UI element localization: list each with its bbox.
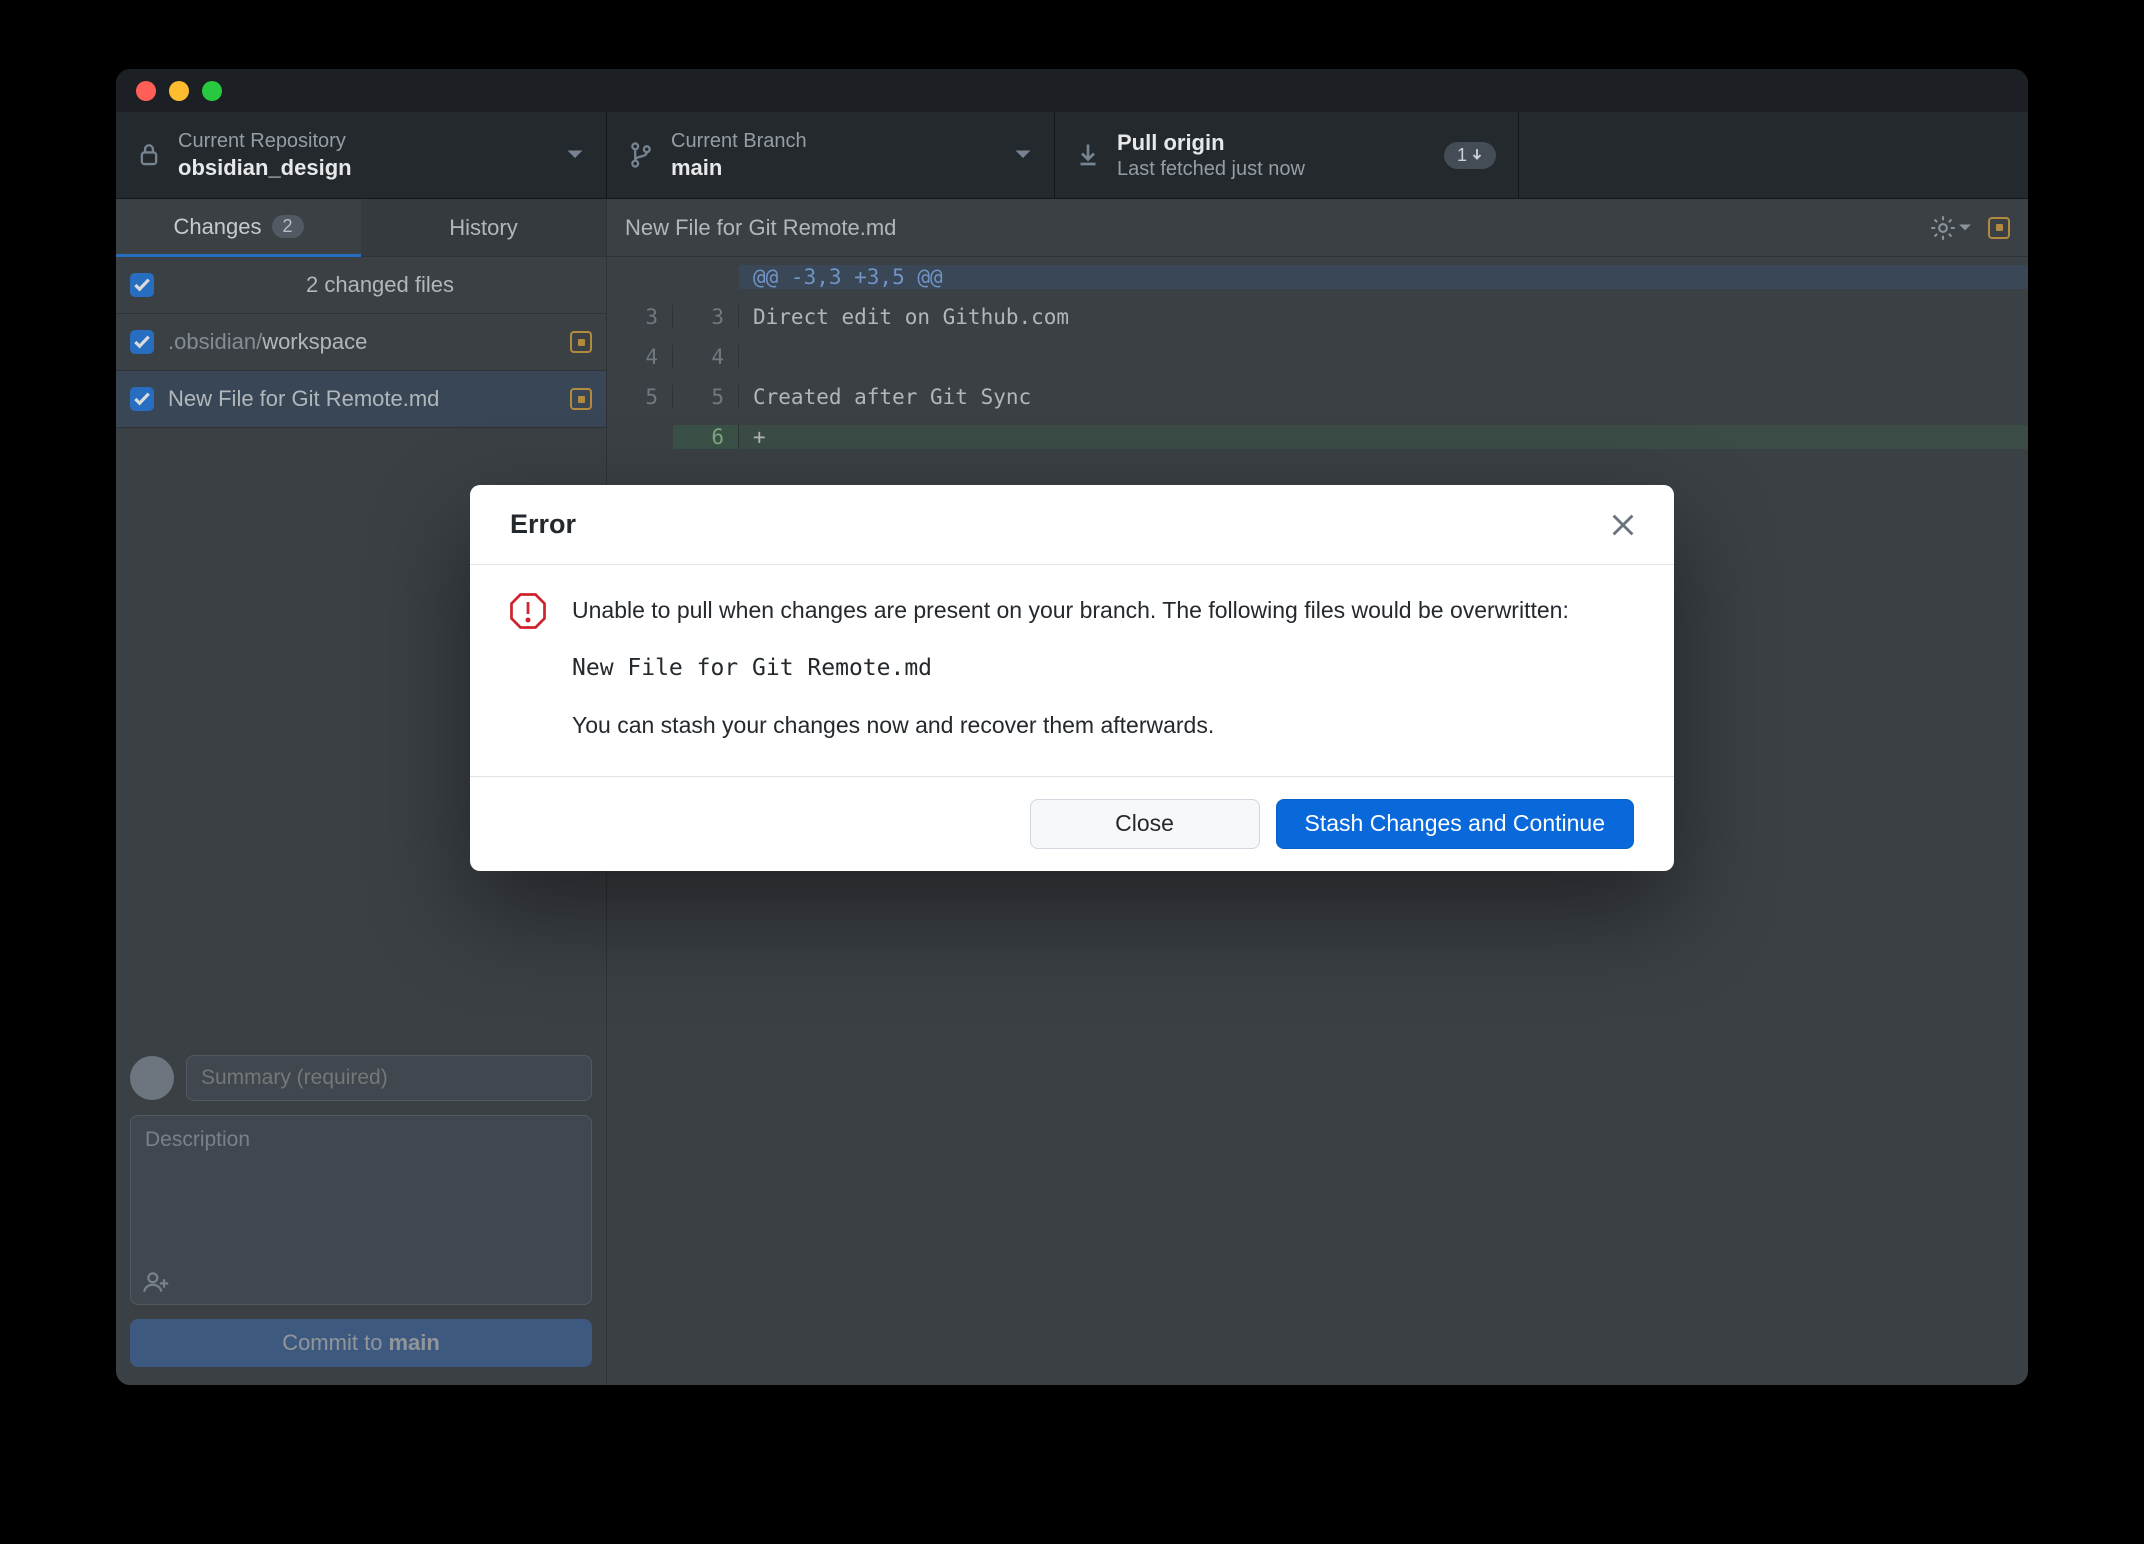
window-minimize-button[interactable] xyxy=(169,81,189,101)
branch-name: main xyxy=(671,155,996,181)
dialog-message-2: You can stash your changes now and recov… xyxy=(572,708,1569,744)
dialog-conflict-file: New File for Git Remote.md xyxy=(572,651,1569,687)
download-icon xyxy=(1077,143,1099,167)
pull-sub: Last fetched just now xyxy=(1117,158,1426,181)
chevron-down-icon xyxy=(1014,149,1032,161)
close-icon[interactable] xyxy=(1612,514,1634,536)
app-window: Current Repository obsidian_design Curre… xyxy=(116,69,2028,1385)
titlebar xyxy=(116,69,2028,112)
window-zoom-button[interactable] xyxy=(202,81,222,101)
toolbar: Current Repository obsidian_design Curre… xyxy=(116,112,2028,199)
pull-label: Pull origin xyxy=(1117,130,1426,156)
window-close-button[interactable] xyxy=(136,81,156,101)
branch-selector[interactable]: Current Branch main xyxy=(607,112,1055,198)
dialog-title: Error xyxy=(510,509,576,540)
branch-label: Current Branch xyxy=(671,130,996,153)
lock-icon xyxy=(138,142,160,168)
repo-label: Current Repository xyxy=(178,130,548,153)
pull-button[interactable]: Pull origin Last fetched just now 1 xyxy=(1055,112,1519,198)
repo-selector[interactable]: Current Repository obsidian_design xyxy=(116,112,607,198)
stash-and-continue-button[interactable]: Stash Changes and Continue xyxy=(1276,799,1635,849)
repo-name: obsidian_design xyxy=(178,155,548,181)
error-icon xyxy=(510,593,546,629)
chevron-down-icon xyxy=(566,149,584,161)
git-branch-icon xyxy=(629,142,653,168)
error-dialog: Error Unable to pull when changes are pr… xyxy=(470,485,1674,871)
dialog-message-1: Unable to pull when changes are present … xyxy=(572,593,1569,629)
close-button[interactable]: Close xyxy=(1030,799,1260,849)
pull-behind-badge: 1 xyxy=(1444,142,1496,169)
